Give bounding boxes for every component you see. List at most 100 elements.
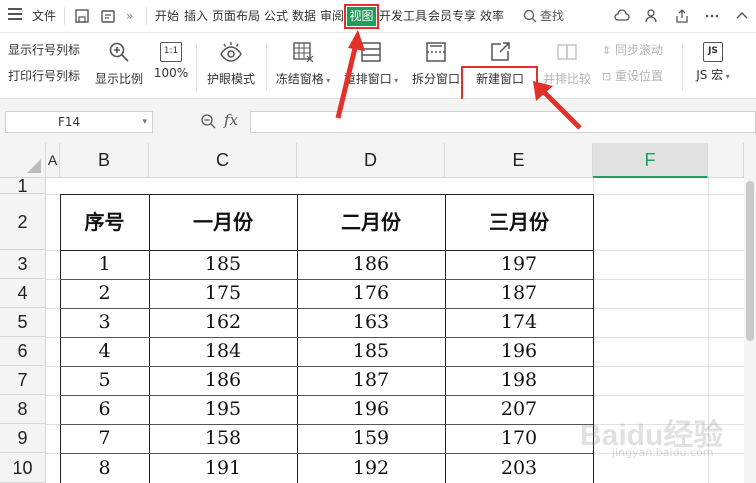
table-cell[interactable]: 196 bbox=[445, 337, 593, 366]
table-cell[interactable]: 7 bbox=[60, 424, 149, 453]
tab-page-layout[interactable]: 页面布局 bbox=[212, 7, 260, 25]
save-icon[interactable] bbox=[74, 8, 90, 24]
tab-data[interactable]: 数据 bbox=[292, 7, 316, 25]
share-icon[interactable] bbox=[674, 8, 690, 24]
menu-file[interactable]: 文件 bbox=[32, 7, 56, 25]
table-cell[interactable]: 185 bbox=[297, 337, 445, 366]
reset-position-button[interactable]: ⊡ 重设位置 bbox=[602, 67, 663, 84]
zoom-100-button[interactable]: 1:1 100% bbox=[150, 41, 192, 80]
scrollbar-thumb[interactable] bbox=[746, 181, 754, 341]
row-header-4[interactable]: 4 bbox=[0, 279, 46, 308]
ribbon-separator bbox=[266, 43, 267, 91]
collapse-ribbon-icon[interactable] bbox=[734, 8, 750, 24]
table-cell[interactable]: 186 bbox=[149, 366, 297, 395]
table-cell[interactable]: 197 bbox=[445, 250, 593, 279]
insert-function-icon[interactable]: fx bbox=[224, 111, 238, 129]
table-cell[interactable]: 174 bbox=[445, 308, 593, 337]
row-header-7[interactable]: 7 bbox=[0, 366, 46, 395]
header-cell[interactable]: 二月份 bbox=[297, 194, 445, 250]
row-header-9[interactable]: 9 bbox=[0, 424, 46, 453]
row-header-2[interactable]: 2 bbox=[0, 194, 46, 250]
table-cell[interactable]: 187 bbox=[445, 279, 593, 308]
zoom-ratio-button[interactable]: 显示比例 bbox=[92, 41, 146, 87]
split-window-button[interactable]: 拆分窗口 bbox=[410, 41, 462, 87]
show-row-col-headers[interactable]: 显示行号列标 bbox=[8, 41, 80, 58]
eye-protection-button[interactable]: 护眼模式 bbox=[202, 41, 260, 87]
table-cell[interactable]: 186 bbox=[297, 250, 445, 279]
tab-review[interactable]: 审阅 bbox=[320, 7, 344, 25]
arrange-windows-button[interactable]: 重排窗口 ▾ bbox=[340, 41, 402, 87]
table-cell[interactable]: 195 bbox=[149, 395, 297, 424]
more-quick-access[interactable]: » bbox=[126, 7, 133, 25]
table-cell[interactable]: 8 bbox=[60, 453, 149, 483]
table-cell[interactable]: 198 bbox=[445, 366, 593, 395]
table-cell[interactable]: 185 bbox=[149, 250, 297, 279]
ribbon-separator bbox=[682, 43, 683, 91]
sync-scroll-icon: ⇕ bbox=[602, 44, 612, 57]
table-cell[interactable]: 187 bbox=[297, 366, 445, 395]
tab-insert[interactable]: 插入 bbox=[184, 7, 208, 25]
search-icon[interactable] bbox=[522, 8, 538, 24]
table-cell[interactable]: 176 bbox=[297, 279, 445, 308]
column-header-b[interactable]: B bbox=[60, 143, 149, 178]
zoom-out-icon[interactable] bbox=[200, 113, 216, 129]
more-options-icon[interactable] bbox=[704, 8, 720, 24]
header-cell[interactable]: 序号 bbox=[60, 194, 149, 250]
menu-separator bbox=[64, 7, 65, 25]
column-header-next[interactable] bbox=[708, 143, 744, 178]
column-header-d[interactable]: D bbox=[297, 143, 445, 178]
header-cell[interactable]: 三月份 bbox=[445, 194, 593, 250]
table-cell[interactable]: 184 bbox=[149, 337, 297, 366]
tab-member[interactable]: 会员专享 bbox=[428, 7, 476, 25]
macro-button[interactable]: JS JS 宏 ▾ bbox=[688, 41, 738, 83]
tab-developer[interactable]: 开发工具 bbox=[379, 7, 427, 25]
column-header-a[interactable]: A bbox=[46, 143, 60, 178]
row-header-1[interactable]: 1 bbox=[0, 177, 46, 195]
row-header-5[interactable]: 5 bbox=[0, 308, 46, 337]
table-cell[interactable]: 1 bbox=[60, 250, 149, 279]
table-cell[interactable]: 3 bbox=[60, 308, 149, 337]
table-cell[interactable]: 6 bbox=[60, 395, 149, 424]
formula-input[interactable] bbox=[250, 111, 756, 133]
table-cell[interactable]: 196 bbox=[297, 395, 445, 424]
header-cell[interactable]: 一月份 bbox=[149, 194, 297, 250]
export-pdf-icon[interactable] bbox=[100, 8, 116, 24]
side-by-side-button[interactable]: 并排比较 bbox=[540, 41, 594, 87]
cloud-sync-icon[interactable] bbox=[614, 8, 630, 24]
zoom-magnifier-icon bbox=[109, 42, 129, 62]
table-cell[interactable]: 2 bbox=[60, 279, 149, 308]
tab-start[interactable]: 开始 bbox=[155, 7, 179, 25]
table-cell[interactable]: 192 bbox=[297, 453, 445, 483]
name-box[interactable]: F14 ▾ bbox=[5, 111, 153, 133]
table-cell[interactable]: 175 bbox=[149, 279, 297, 308]
table-cell[interactable]: 191 bbox=[149, 453, 297, 483]
row-header-8[interactable]: 8 bbox=[0, 395, 46, 424]
table-cell[interactable]: 203 bbox=[445, 453, 593, 483]
column-header-c[interactable]: C bbox=[149, 143, 297, 178]
select-all-corner[interactable] bbox=[0, 143, 46, 178]
table-cell[interactable]: 159 bbox=[297, 424, 445, 453]
tab-efficiency[interactable]: 效率 bbox=[480, 7, 504, 25]
chevron-down-icon[interactable]: ▾ bbox=[142, 112, 147, 132]
vertical-scrollbar[interactable] bbox=[744, 143, 756, 483]
sync-scroll-button[interactable]: ⇕ 同步滚动 bbox=[602, 41, 663, 58]
table-cell[interactable]: 5 bbox=[60, 366, 149, 395]
tab-view[interactable]: 视图 bbox=[347, 7, 376, 26]
table-cell[interactable]: 158 bbox=[149, 424, 297, 453]
table-cell[interactable]: 163 bbox=[297, 308, 445, 337]
freeze-panes-button[interactable]: 冻结窗格 ▾ bbox=[272, 41, 334, 87]
tab-formulas[interactable]: 公式 bbox=[264, 7, 288, 25]
row-header-6[interactable]: 6 bbox=[0, 337, 46, 366]
column-header-e[interactable]: E bbox=[445, 143, 593, 178]
row-header-10[interactable]: 10 bbox=[0, 453, 46, 483]
search-label[interactable]: 查找 bbox=[540, 7, 564, 25]
row-header-3[interactable]: 3 bbox=[0, 250, 46, 279]
hamburger-menu-icon[interactable] bbox=[8, 8, 22, 22]
column-header-f[interactable]: F bbox=[593, 143, 708, 178]
print-row-col-headers[interactable]: 打印行号列标 bbox=[8, 67, 80, 84]
table-cell[interactable]: 4 bbox=[60, 337, 149, 366]
table-cell[interactable]: 162 bbox=[149, 308, 297, 337]
table-cell[interactable]: 170 bbox=[445, 424, 593, 453]
collaborate-icon[interactable] bbox=[644, 8, 660, 24]
table-cell[interactable]: 207 bbox=[445, 395, 593, 424]
